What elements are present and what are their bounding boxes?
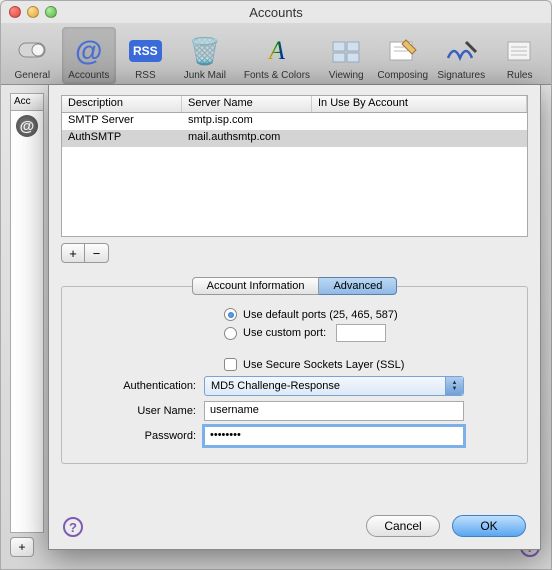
- radio-default-ports[interactable]: [224, 308, 237, 321]
- zoom-icon[interactable]: [45, 6, 57, 18]
- toolbar-label: Junk Mail: [184, 70, 226, 81]
- toolbar-composing[interactable]: Composing: [375, 27, 430, 84]
- remove-server-button[interactable]: −: [85, 243, 109, 263]
- label-authentication: Authentication:: [74, 380, 204, 392]
- at-icon: @: [72, 34, 106, 68]
- toolbar-junk-mail[interactable]: 🗑️ Junk Mail: [175, 27, 235, 84]
- tab-advanced[interactable]: Advanced: [319, 277, 397, 295]
- sheet-buttons: Cancel OK: [366, 515, 526, 537]
- col-description[interactable]: Description: [62, 96, 182, 112]
- titlebar: Accounts: [1, 1, 551, 23]
- table-row[interactable]: SMTP Server smtp.isp.com: [62, 113, 527, 130]
- toolbar-label: Signatures: [437, 70, 485, 81]
- sidebar-header: Acc: [11, 94, 43, 111]
- toolbar-label: Viewing: [329, 70, 364, 81]
- sheet-tabs: Account Information Advanced: [49, 277, 540, 295]
- add-server-button[interactable]: +: [61, 243, 85, 263]
- authentication-select[interactable]: MD5 Challenge-Response ▲▼: [204, 376, 464, 396]
- custom-port-input[interactable]: [336, 324, 386, 342]
- fonts-icon: A: [260, 34, 294, 68]
- cell-inuse: [312, 113, 527, 130]
- window-title: Accounts: [1, 5, 551, 20]
- toolbar-rss[interactable]: RSS RSS: [118, 27, 173, 84]
- toolbar-general[interactable]: General: [5, 27, 60, 84]
- cell-desc: AuthSMTP: [62, 130, 182, 147]
- toolbar-rules[interactable]: Rules: [492, 27, 547, 84]
- toolbar-fonts-colors[interactable]: A Fonts & Colors: [237, 27, 317, 84]
- rules-icon: [503, 34, 537, 68]
- main-area: Acc @ + ? Description Server Name In Use…: [1, 85, 551, 569]
- password-input[interactable]: ••••••••: [204, 426, 464, 446]
- advanced-panel: Use default ports (25, 465, 587) Use cus…: [61, 286, 528, 464]
- label-password: Password:: [74, 430, 204, 442]
- tab-account-information[interactable]: Account Information: [192, 277, 320, 295]
- cancel-button[interactable]: Cancel: [366, 515, 440, 537]
- radio-custom-port[interactable]: [224, 327, 237, 340]
- close-icon[interactable]: [9, 6, 21, 18]
- toolbar-label: Rules: [507, 70, 533, 81]
- minimize-icon[interactable]: [27, 6, 39, 18]
- preferences-window: Accounts General @ Accounts RSS RSS 🗑️ J…: [0, 0, 552, 570]
- username-input[interactable]: username: [204, 401, 464, 421]
- col-server-name[interactable]: Server Name: [182, 96, 312, 112]
- help-icon[interactable]: ?: [63, 517, 83, 537]
- account-at-icon[interactable]: @: [16, 115, 38, 137]
- checkbox-ssl[interactable]: [224, 358, 237, 371]
- signature-icon: [444, 34, 478, 68]
- toolbar-label: Accounts: [68, 70, 109, 81]
- smtp-server-sheet: Description Server Name In Use By Accoun…: [48, 85, 541, 550]
- label-default-ports: Use default ports (25, 465, 587): [243, 309, 398, 321]
- label-custom-port: Use custom port:: [243, 327, 326, 339]
- toolbar-label: RSS: [135, 70, 156, 81]
- cell-inuse: [312, 130, 527, 147]
- cell-server: smtp.isp.com: [182, 113, 312, 130]
- table-header: Description Server Name In Use By Accoun…: [62, 96, 527, 113]
- label-username: User Name:: [74, 405, 204, 417]
- col-inuse[interactable]: In Use By Account: [312, 96, 527, 112]
- compose-icon: [386, 34, 420, 68]
- chevron-updown-icon: ▲▼: [445, 377, 463, 395]
- accounts-sidebar: Acc @: [10, 93, 44, 533]
- toolbar-accounts[interactable]: @ Accounts: [62, 27, 117, 84]
- authentication-value: MD5 Challenge-Response: [211, 380, 340, 392]
- smtp-servers-table: Description Server Name In Use By Accoun…: [61, 95, 528, 237]
- toolbar-signatures[interactable]: Signatures: [432, 27, 490, 84]
- junk-icon: 🗑️: [188, 34, 222, 68]
- rss-icon: RSS: [128, 34, 162, 68]
- preferences-toolbar: General @ Accounts RSS RSS 🗑️ Junk Mail …: [1, 23, 551, 85]
- cell-server: mail.authsmtp.com: [182, 130, 312, 147]
- table-row[interactable]: AuthSMTP mail.authsmtp.com: [62, 130, 527, 147]
- toolbar-viewing[interactable]: Viewing: [319, 27, 374, 84]
- ok-button[interactable]: OK: [452, 515, 526, 537]
- label-ssl: Use Secure Sockets Layer (SSL): [243, 359, 404, 371]
- cell-desc: SMTP Server: [62, 113, 182, 130]
- add-account-button[interactable]: +: [10, 537, 34, 557]
- toolbar-label: Composing: [377, 70, 428, 81]
- switch-icon: [15, 34, 49, 68]
- toolbar-label: Fonts & Colors: [244, 70, 310, 81]
- add-remove-server: + −: [61, 243, 540, 263]
- toolbar-label: General: [14, 70, 50, 81]
- viewing-icon: [329, 34, 363, 68]
